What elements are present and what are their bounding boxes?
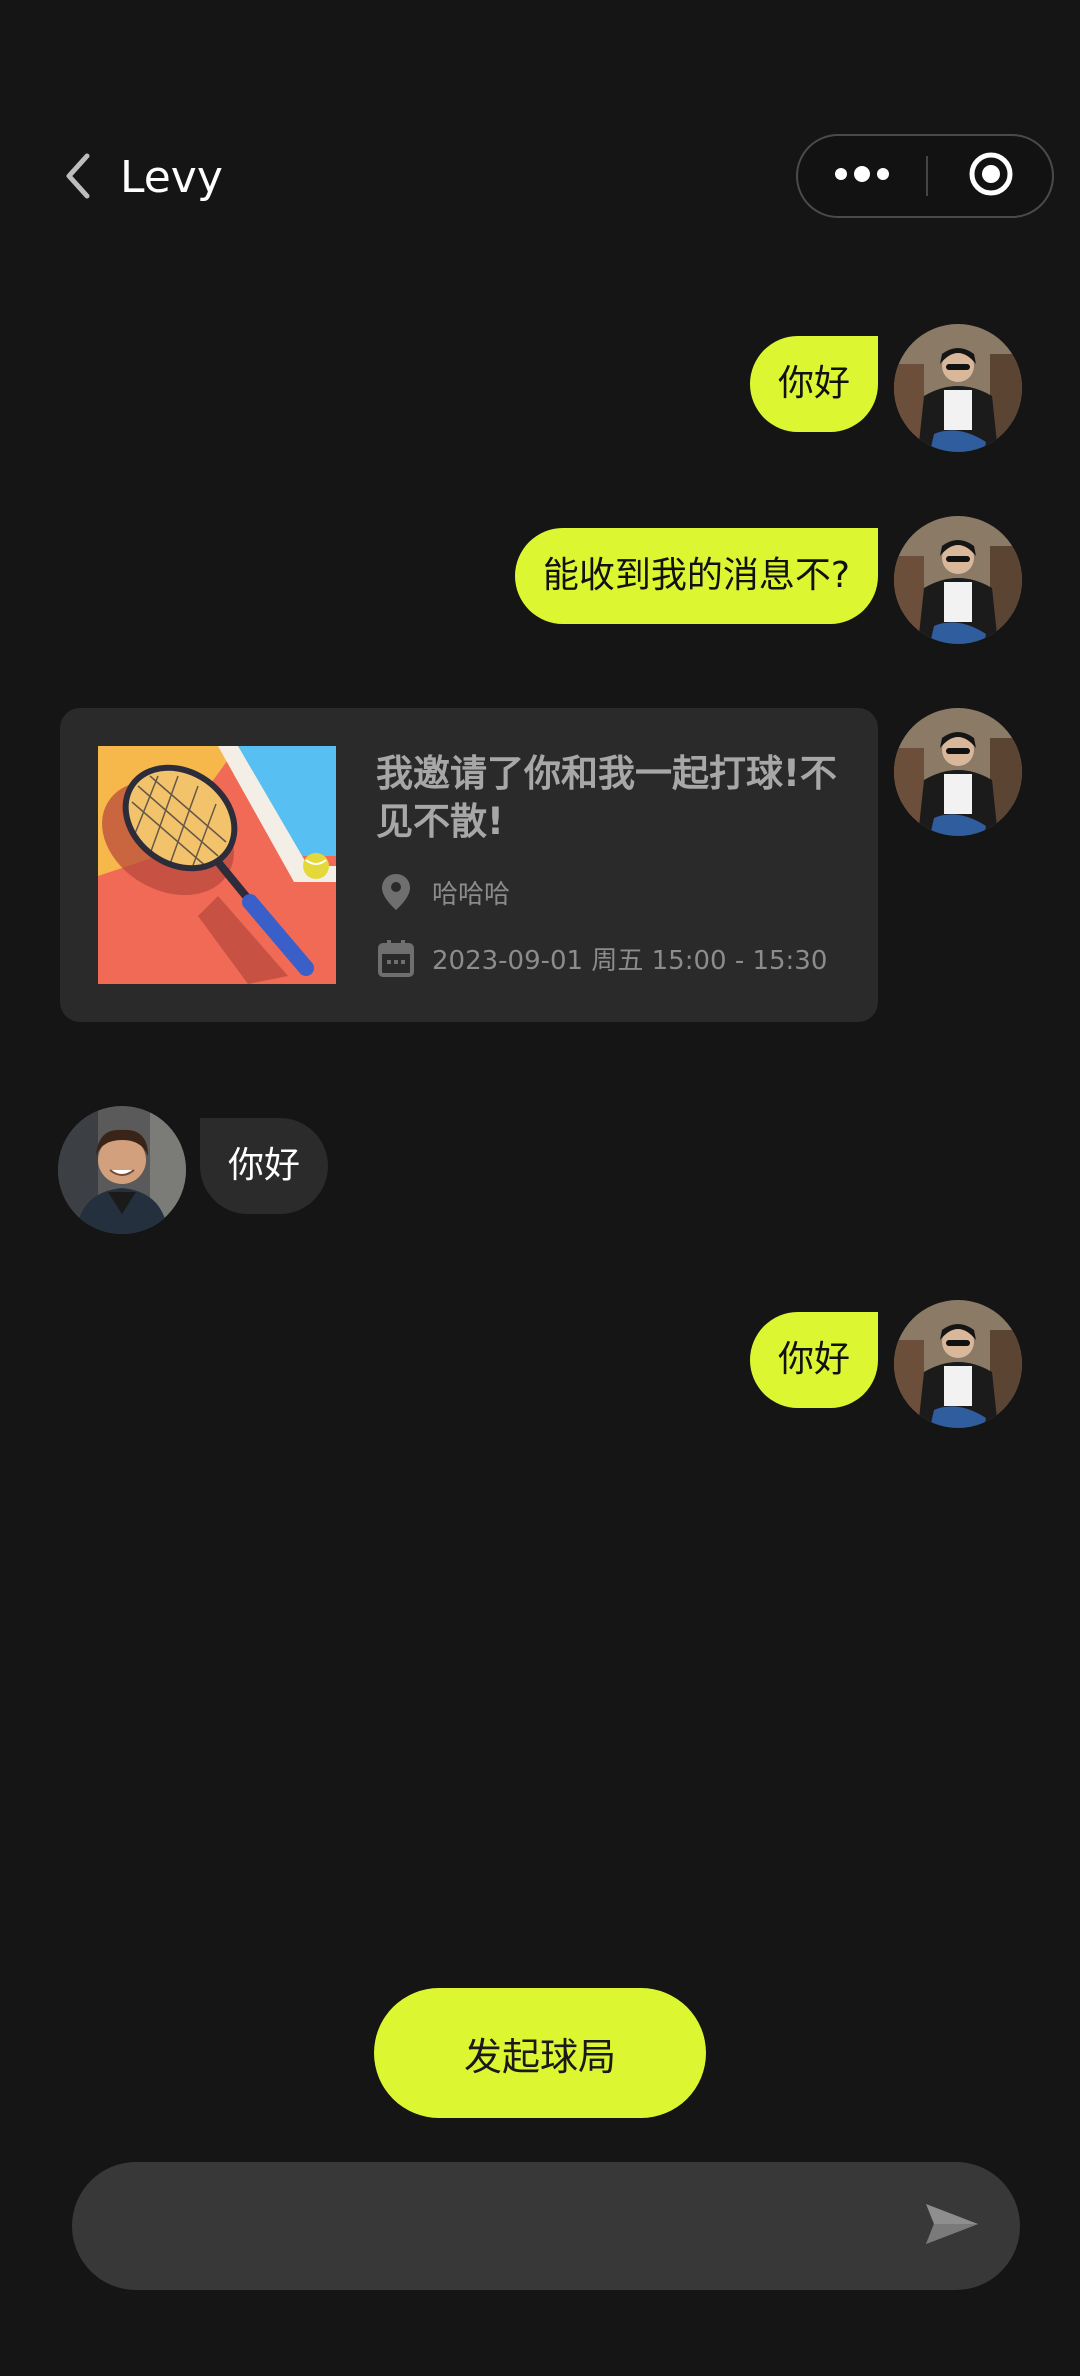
invite-location-row: 哈哈哈 bbox=[376, 872, 510, 912]
send-arrow-icon bbox=[924, 2200, 980, 2252]
message-bubble[interactable]: 你好 bbox=[749, 1312, 878, 1408]
my-avatar[interactable] bbox=[894, 516, 1022, 644]
close-miniapp-button[interactable] bbox=[928, 136, 1054, 216]
invite-card[interactable]: 我邀请了你和我一起打球!不见不散! 哈哈哈 2023-09-01 周五 15:0… bbox=[60, 708, 878, 1022]
message-input[interactable] bbox=[120, 2162, 904, 2292]
back-button[interactable] bbox=[56, 148, 100, 208]
more-dots-icon bbox=[834, 166, 890, 186]
invite-location: 哈哈哈 bbox=[432, 879, 511, 910]
message-input-bar bbox=[72, 2162, 1020, 2292]
chevron-left-icon bbox=[63, 152, 93, 204]
tennis-racket-image bbox=[98, 746, 336, 984]
page-title: Levy bbox=[120, 152, 223, 203]
more-button[interactable] bbox=[798, 136, 926, 216]
capsule-menu bbox=[796, 134, 1054, 218]
my-avatar[interactable] bbox=[894, 708, 1022, 836]
message-bubble[interactable]: 能收到我的消息不? bbox=[514, 528, 878, 624]
invite-datetime: 2023-09-01 周五 15:00 - 15:30 bbox=[432, 945, 828, 976]
my-avatar[interactable] bbox=[894, 324, 1022, 452]
target-circle-icon bbox=[967, 150, 1015, 202]
location-pin-icon bbox=[376, 872, 416, 912]
send-button[interactable] bbox=[910, 2184, 994, 2268]
invite-title: 我邀请了你和我一起打球!不见不散! bbox=[376, 752, 837, 843]
message-bubble[interactable]: 你好 bbox=[749, 336, 878, 432]
calendar-icon bbox=[376, 938, 416, 978]
invite-datetime-row: 2023-09-01 周五 15:00 - 15:30 bbox=[376, 938, 827, 978]
contact-avatar[interactable] bbox=[58, 1106, 186, 1234]
message-bubble[interactable]: 你好 bbox=[200, 1118, 329, 1214]
start-game-button[interactable]: 发起球局 bbox=[374, 1988, 706, 2118]
my-avatar[interactable] bbox=[894, 1300, 1022, 1428]
